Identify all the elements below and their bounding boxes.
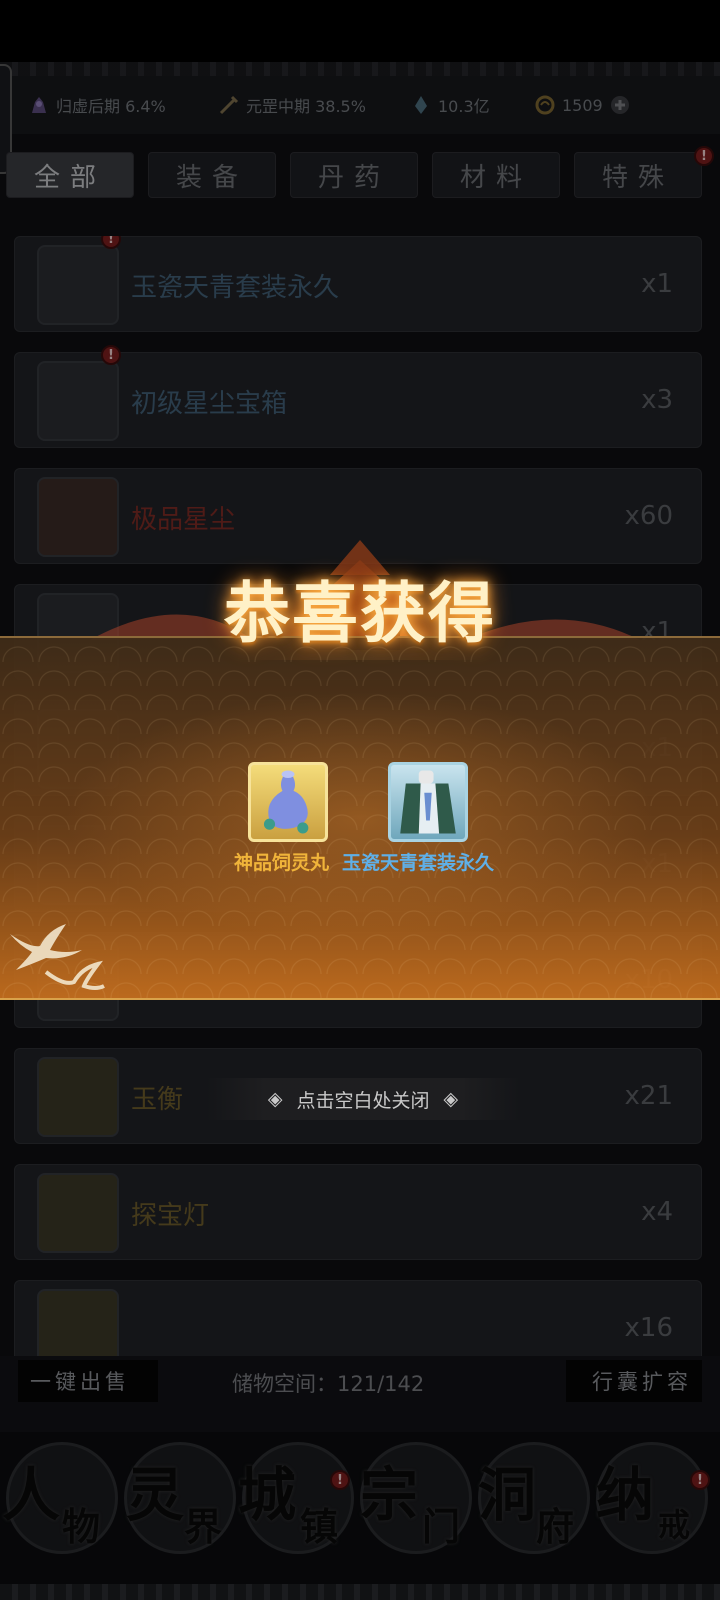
reward-item-2-name: 玉瓷天青套装永久 [342, 852, 495, 874]
blue-pill-gourd-icon [263, 770, 309, 834]
crane-icon [10, 924, 105, 990]
game-screen: 归虚后期 6.4% 元罡中期 38.5% 10.3亿 1509 全部 装备 丹药… [0, 0, 720, 1600]
close-hint-label: 点击空白处关闭 [296, 1089, 430, 1112]
reward-item-1[interactable] [248, 762, 328, 842]
close-hint[interactable]: ◈ 点击空白处关闭 ◈ [206, 1078, 520, 1120]
reward-item-1-name: 神品饲灵丸 [234, 852, 330, 874]
diamond-ornament-icon: ◈ [443, 1088, 459, 1110]
reward-title: 恭喜获得 [224, 574, 496, 652]
robe-costume-icon [400, 770, 456, 834]
reward-banner [0, 636, 720, 1000]
reward-item-2[interactable] [388, 762, 468, 842]
wave-pattern [0, 638, 720, 998]
diamond-ornament-icon: ◈ [267, 1088, 283, 1110]
